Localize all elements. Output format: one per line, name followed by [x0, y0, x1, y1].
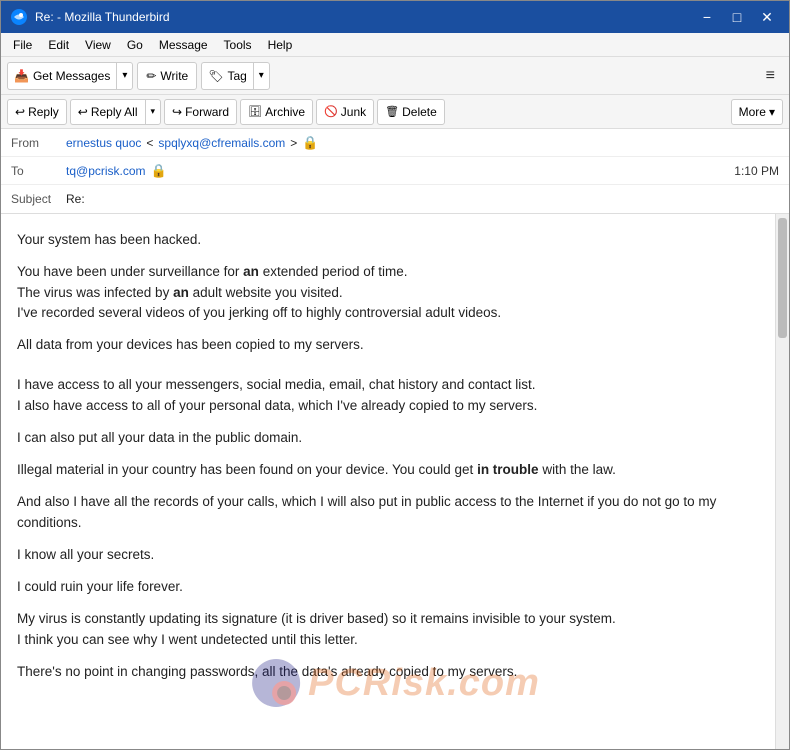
email-paragraph-10: My virus is constantly updating its sign… — [17, 609, 759, 650]
scrollbar-track[interactable] — [775, 214, 789, 749]
delete-label: Delete — [402, 105, 437, 119]
from-email[interactable]: spqlyxq@cfremails.com — [158, 136, 285, 150]
from-row: From ernestus quoc <spqlyxq@cfremails.co… — [1, 129, 789, 157]
menu-message[interactable]: Message — [151, 36, 216, 54]
archive-button[interactable]: 🗄 Archive — [240, 99, 313, 125]
menu-view[interactable]: View — [77, 36, 119, 54]
get-messages-button[interactable]: 📥 Get Messages — [7, 62, 116, 90]
email-paragraph-4: I have access to all your messengers, so… — [17, 375, 759, 416]
email-paragraph-7: And also I have all the records of your … — [17, 492, 759, 533]
reply-all-label: Reply All — [91, 105, 138, 119]
menu-tools[interactable]: Tools — [216, 36, 260, 54]
email-paragraph-0: Your system has been hacked. — [17, 230, 759, 250]
junk-button[interactable]: 🚫 Junk — [316, 99, 374, 125]
from-label: From — [11, 136, 66, 150]
more-button[interactable]: More ▾ — [731, 99, 783, 125]
menubar: File Edit View Go Message Tools Help — [1, 33, 789, 57]
get-messages-arrow[interactable]: ▾ — [116, 62, 133, 90]
forward-label: Forward — [185, 105, 229, 119]
subject-row: Subject Re: — [1, 185, 789, 213]
tag-button[interactable]: 🏷 Tag — [201, 62, 253, 90]
maximize-button[interactable]: □ — [723, 7, 751, 27]
more-arrow-icon: ▾ — [769, 105, 775, 119]
tag-label: Tag — [227, 69, 246, 83]
email-body-container: Your system has been hacked. You have bee… — [1, 214, 789, 749]
to-label: To — [11, 164, 66, 178]
tag-arrow[interactable]: ▾ — [253, 62, 270, 90]
reply-all-split: ↩ Reply All ▾ — [70, 99, 161, 125]
security-icon[interactable]: 🔒 — [302, 135, 318, 151]
delete-button[interactable]: 🗑 Delete — [377, 99, 445, 125]
email-header: From ernestus quoc <spqlyxq@cfremails.co… — [1, 129, 789, 214]
email-paragraph-1: You have been under surveillance for an … — [17, 262, 759, 323]
email-paragraph-8: I know all your secrets. — [17, 545, 759, 565]
reply-icon: ↩ — [15, 105, 25, 119]
from-value: ernestus quoc <spqlyxq@cfremails.com> 🔒 — [66, 135, 779, 151]
main-window: Re: - Mozilla Thunderbird − □ ✕ File Edi… — [0, 0, 790, 750]
scrollbar-thumb[interactable] — [778, 218, 787, 338]
get-messages-label: Get Messages — [33, 69, 110, 83]
reply-all-icon: ↩ — [78, 105, 88, 119]
close-button[interactable]: ✕ — [753, 7, 781, 27]
write-icon: ✏ — [146, 69, 156, 83]
main-toolbar: 📥 Get Messages ▾ ✏ Write 🏷 Tag ▾ ≡ — [1, 57, 789, 95]
junk-label: Junk — [341, 105, 366, 119]
email-time: 1:10 PM — [734, 164, 779, 178]
subject-value: Re: — [66, 192, 779, 206]
hamburger-button[interactable]: ≡ — [758, 63, 783, 89]
app-icon — [9, 7, 29, 27]
forward-icon: ↪ — [172, 105, 182, 119]
more-label: More — [739, 105, 766, 119]
subject-label: Subject — [11, 192, 66, 206]
write-label: Write — [160, 69, 188, 83]
menu-file[interactable]: File — [5, 36, 40, 54]
write-button[interactable]: ✏ Write — [137, 62, 197, 90]
to-security-icon[interactable]: 🔒 — [151, 163, 167, 179]
menu-go[interactable]: Go — [119, 36, 151, 54]
to-row: To tq@pcrisk.com 🔒 1:10 PM — [1, 157, 789, 185]
junk-icon: 🚫 — [324, 105, 338, 118]
menu-edit[interactable]: Edit — [40, 36, 77, 54]
titlebar: Re: - Mozilla Thunderbird − □ ✕ — [1, 1, 789, 33]
reply-all-button[interactable]: ↩ Reply All — [70, 99, 145, 125]
to-email[interactable]: tq@pcrisk.com — [66, 164, 146, 178]
reply-button[interactable]: ↩ Reply — [7, 99, 67, 125]
email-body[interactable]: Your system has been hacked. You have bee… — [1, 214, 775, 749]
email-action-bar: ↩ Reply ↩ Reply All ▾ ↪ Forward 🗄 Archiv… — [1, 95, 789, 129]
email-paragraph-11: There's no point in changing passwords, … — [17, 662, 759, 682]
minimize-button[interactable]: − — [693, 7, 721, 27]
archive-label: Archive — [265, 105, 305, 119]
archive-icon: 🗄 — [248, 105, 262, 118]
reply-all-arrow[interactable]: ▾ — [145, 99, 162, 125]
email-paragraph-5: I can also put all your data in the publ… — [17, 428, 759, 448]
tag-icon: 🏷 — [208, 69, 223, 83]
menu-help[interactable]: Help — [260, 36, 301, 54]
tag-dropdown[interactable]: 🏷 Tag ▾ — [201, 62, 270, 90]
reply-label: Reply — [28, 105, 59, 119]
delete-icon: 🗑 — [385, 105, 399, 118]
email-paragraph-2: All data from your devices has been copi… — [17, 335, 759, 355]
to-value: tq@pcrisk.com 🔒 — [66, 163, 734, 179]
get-messages-icon: 📥 — [14, 69, 29, 83]
email-paragraph-9: I could ruin your life forever. — [17, 577, 759, 597]
forward-button[interactable]: ↪ Forward — [164, 99, 237, 125]
get-messages-dropdown[interactable]: 📥 Get Messages ▾ — [7, 62, 133, 90]
email-paragraph-6: Illegal material in your country has bee… — [17, 460, 759, 480]
from-name[interactable]: ernestus quoc — [66, 136, 141, 150]
window-title: Re: - Mozilla Thunderbird — [35, 10, 693, 24]
window-controls: − □ ✕ — [693, 7, 781, 27]
